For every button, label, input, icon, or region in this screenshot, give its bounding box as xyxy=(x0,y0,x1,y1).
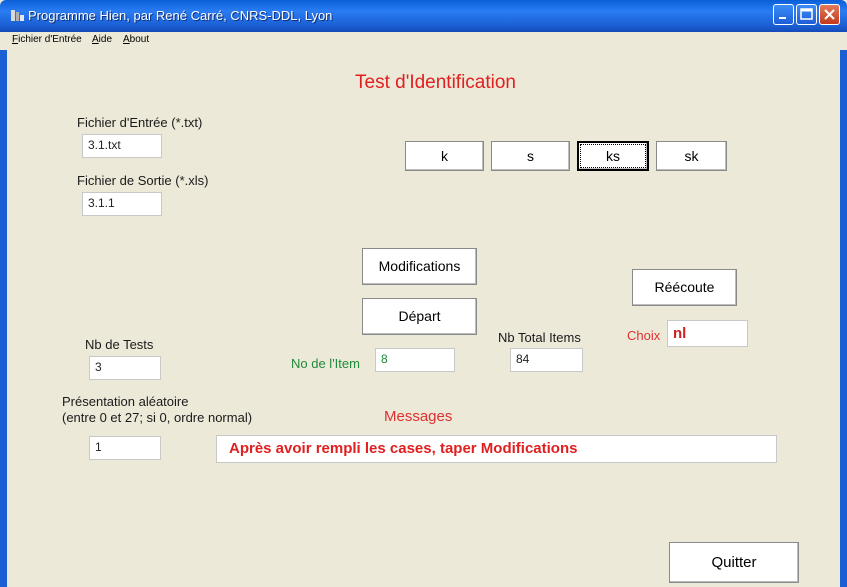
messages-label: Messages xyxy=(384,408,453,425)
output-file-label: Fichier de Sortie (*.xls) xyxy=(77,173,209,188)
app-icon xyxy=(11,10,24,21)
choice-button-s[interactable]: s xyxy=(491,141,570,171)
random-field[interactable]: 1 xyxy=(89,436,161,460)
choix-field[interactable]: nl xyxy=(667,320,748,347)
choice-button-k[interactable]: k xyxy=(405,141,484,171)
choice-button-ks[interactable]: ks xyxy=(577,141,649,171)
input-file-field[interactable]: 3.1.txt xyxy=(82,134,162,158)
maximize-button[interactable] xyxy=(796,4,817,25)
random-label-line2: (entre 0 et 27; si 0, ordre normal) xyxy=(62,410,253,425)
window-frame-left xyxy=(0,32,7,587)
item-number-label: No de l'Item xyxy=(291,356,360,371)
window-frame-right xyxy=(840,32,847,587)
choix-label: Choix xyxy=(627,328,661,343)
minimize-icon xyxy=(779,17,786,19)
random-label-line1: Présentation aléatoire xyxy=(62,394,189,409)
close-button[interactable] xyxy=(819,4,840,25)
nb-tests-label: Nb de Tests xyxy=(85,337,154,352)
choice-button-sk[interactable]: sk xyxy=(656,141,727,171)
nb-tests-field[interactable]: 3 xyxy=(89,356,161,380)
quit-button[interactable]: Quitter xyxy=(669,542,799,583)
nb-total-items-label: Nb Total Items xyxy=(498,330,581,345)
menu-fichier[interactable]: Fichier d'Entrée xyxy=(12,34,82,45)
menu-aide[interactable]: Aide xyxy=(92,34,112,45)
reecoute-button[interactable]: Réécoute xyxy=(632,269,737,306)
output-file-field[interactable]: 3.1.1 xyxy=(82,192,162,216)
close-icon xyxy=(824,9,835,20)
nb-total-items-field[interactable]: 84 xyxy=(510,348,583,372)
modifications-button[interactable]: Modifications xyxy=(362,248,477,285)
depart-button[interactable]: Départ xyxy=(362,298,477,335)
window-title: Programme Hien, par René Carré, CNRS-DDL… xyxy=(28,8,333,23)
messages-box: Après avoir rempli les cases, taper Modi… xyxy=(216,435,777,463)
input-file-label: Fichier d'Entrée (*.txt) xyxy=(77,115,203,130)
page-title: Test d'Identification xyxy=(355,72,516,93)
minimize-button[interactable] xyxy=(773,4,794,25)
item-number-field[interactable]: 8 xyxy=(375,348,455,372)
menu-about[interactable]: About xyxy=(123,34,149,45)
maximize-icon xyxy=(800,8,813,20)
